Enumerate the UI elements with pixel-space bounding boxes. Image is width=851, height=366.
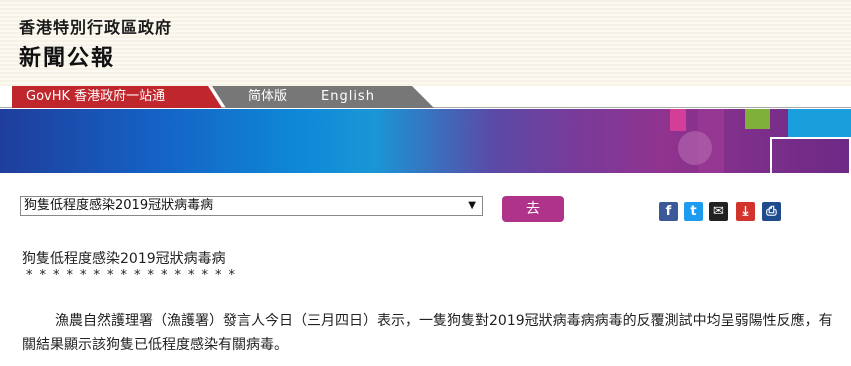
banner-block bbox=[788, 109, 851, 137]
banner-block bbox=[745, 109, 770, 129]
dropdown-arrow-icon: ▼ bbox=[468, 200, 476, 211]
header: 香港特別行政區政府 新聞公報 bbox=[0, 0, 851, 86]
go-button[interactable]: 去 bbox=[502, 196, 564, 222]
nav-bar: GovHK 香港政府一站通 简体版 English bbox=[0, 86, 851, 108]
publication-title: 新聞公報 bbox=[19, 46, 116, 71]
article-title: 狗隻低程度感染2019冠狀病毒病 bbox=[22, 251, 226, 267]
article-body: 漁農自然護理署（漁護署）發言人今日（三月四日）表示，一隻狗隻對2019冠狀病毒病… bbox=[22, 313, 833, 353]
banner-block bbox=[670, 109, 686, 131]
twitter-icon[interactable]: t bbox=[684, 202, 703, 221]
banner-circle bbox=[678, 131, 712, 165]
english-link[interactable]: English bbox=[321, 86, 375, 108]
facebook-icon[interactable]: f bbox=[659, 202, 678, 221]
print-icon[interactable]: ⎙ bbox=[762, 202, 781, 221]
selected-release: 狗隻低程度感染2019冠狀病毒病 bbox=[24, 198, 214, 213]
email-icon[interactable]: ✉ bbox=[709, 202, 728, 221]
press-release-select[interactable]: 狗隻低程度感染2019冠狀病毒病 ▼ bbox=[20, 196, 483, 216]
banner-graphic bbox=[0, 109, 851, 173]
simplified-chinese-link[interactable]: 简体版 bbox=[248, 86, 287, 108]
govhk-link[interactable]: GovHK 香港政府一站通 bbox=[12, 86, 222, 108]
title-separator: **************** bbox=[26, 268, 242, 283]
org-name: 香港特別行政區政府 bbox=[19, 18, 173, 37]
banner-frame bbox=[770, 137, 851, 173]
save-icon[interactable]: ⤓ bbox=[736, 202, 755, 221]
